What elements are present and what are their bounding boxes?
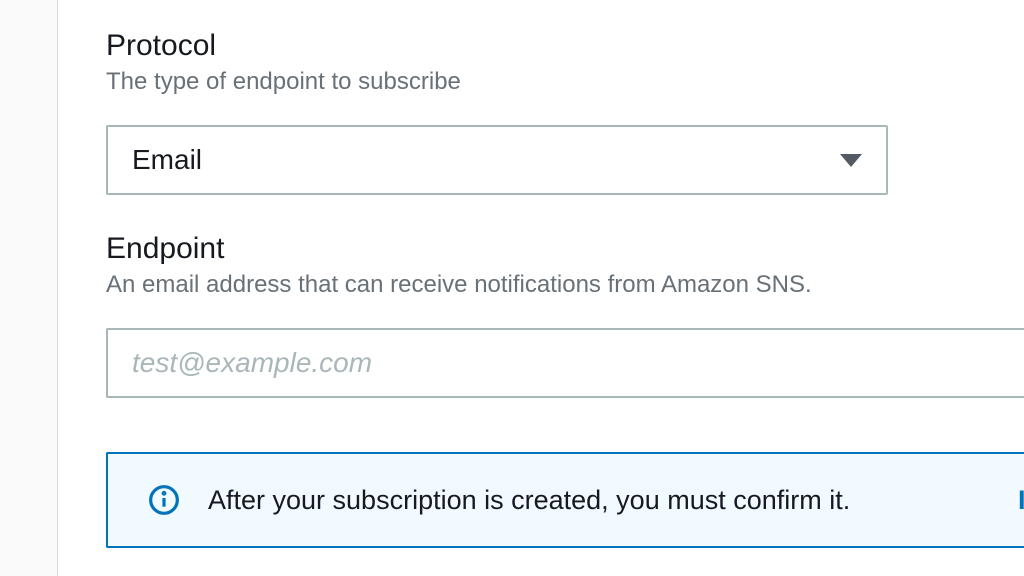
protocol-label: Protocol xyxy=(106,28,1024,64)
endpoint-input-wrap xyxy=(106,328,1024,398)
endpoint-field-group: Endpoint An email address that can recei… xyxy=(106,231,1024,398)
info-icon xyxy=(148,484,180,516)
protocol-hint: The type of endpoint to subscribe xyxy=(106,66,1024,97)
endpoint-input[interactable] xyxy=(106,328,1024,398)
caret-down-icon xyxy=(840,154,862,167)
alert-text: After your subscription is created, you … xyxy=(208,485,990,516)
protocol-select[interactable]: Email xyxy=(106,125,888,195)
alert-link[interactable]: In xyxy=(1018,485,1024,516)
endpoint-label: Endpoint xyxy=(106,231,1024,267)
protocol-select-value: Email xyxy=(132,144,840,176)
protocol-field-group: Protocol The type of endpoint to subscri… xyxy=(106,28,1024,195)
form-content: Protocol The type of endpoint to subscri… xyxy=(58,0,1024,548)
endpoint-hint: An email address that can receive notifi… xyxy=(106,269,1024,300)
left-rail xyxy=(0,0,58,576)
info-alert: After your subscription is created, you … xyxy=(106,452,1024,548)
